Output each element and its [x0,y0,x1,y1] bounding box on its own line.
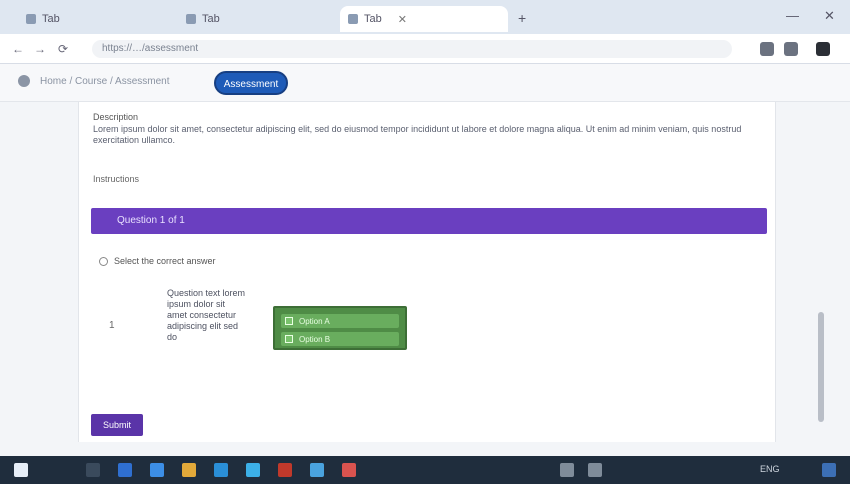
new-tab-button[interactable]: + [518,10,526,26]
option-item[interactable]: Option B [281,332,399,346]
question-number: 1 [109,320,115,331]
address-bar: ← → ⟳ https://…/assessment [0,34,850,64]
question-text: Question text lorem ipsum dolor sit amet… [167,288,246,342]
minimize-icon[interactable]: — [786,8,799,23]
reload-icon[interactable]: ⟳ [58,42,68,56]
app-header: Home / Course / Assessment Assessment [0,64,850,102]
profile-icon[interactable] [816,42,830,56]
banner-title: Question 1 of 1 [117,215,185,226]
app-icon[interactable] [342,463,356,477]
option-label: Option B [299,334,331,344]
scrollbar-thumb[interactable] [818,312,824,422]
assessment-pill-button[interactable]: Assessment [214,71,288,95]
tab-label: Tab [202,13,220,25]
language-indicator[interactable]: ENG [760,464,780,474]
edge-icon[interactable] [246,463,260,477]
forward-icon[interactable]: → [34,42,46,56]
app-icon[interactable] [278,463,292,477]
browser-tabbar: Tab Tab Tab ✕ + — ✕ [0,0,850,34]
tab-favicon-icon [348,14,358,24]
browser-tab[interactable]: Tab [178,6,228,32]
window-close-icon[interactable]: ✕ [824,8,835,24]
start-icon[interactable] [14,463,28,477]
tab-favicon-icon [186,14,196,24]
submit-button[interactable]: Submit [91,414,143,436]
bookmark-icon[interactable] [784,42,798,56]
search-icon[interactable] [86,463,100,477]
url-field[interactable]: https://…/assessment [92,40,732,58]
volume-icon[interactable] [588,463,602,477]
option-item[interactable]: Option A [281,314,399,328]
mail-icon[interactable] [214,463,228,477]
folder-icon[interactable] [182,463,196,477]
tab-close-icon[interactable]: ✕ [398,13,407,26]
answer-mode-radio[interactable]: Select the correct answer [99,256,216,266]
content-card: Description Lorem ipsum dolor sit amet, … [78,102,776,442]
taskbar: ENG [0,456,850,484]
checkbox-icon[interactable] [285,335,293,343]
browser-icon[interactable] [150,463,164,477]
home-icon[interactable] [18,75,30,87]
browser-tab-active[interactable]: Tab ✕ [340,6,508,32]
task-view-icon[interactable] [118,463,132,477]
breadcrumb[interactable]: Home / Course / Assessment [40,76,170,87]
section-label: Instructions [93,174,140,184]
description-text: Lorem ipsum dolor sit amet, consectetur … [93,124,742,145]
back-icon[interactable]: ← [12,42,24,56]
tab-label: Tab [42,13,60,25]
description-label: Description [93,112,139,122]
checkbox-icon[interactable] [285,317,293,325]
extension-icon[interactable] [760,42,774,56]
scrollbar[interactable] [816,102,826,442]
network-icon[interactable] [560,463,574,477]
option-label: Option A [299,316,330,326]
tab-label: Tab [364,13,382,25]
options-box: Option A Option B [273,306,407,350]
tab-favicon-icon [26,14,36,24]
radio-button[interactable] [99,256,108,266]
notification-icon[interactable] [822,463,836,477]
question-banner: Question 1 of 1 [91,208,767,234]
browser-tab[interactable]: Tab [18,6,68,32]
app-icon[interactable] [310,463,324,477]
radio-label: Select the correct answer [114,256,216,266]
